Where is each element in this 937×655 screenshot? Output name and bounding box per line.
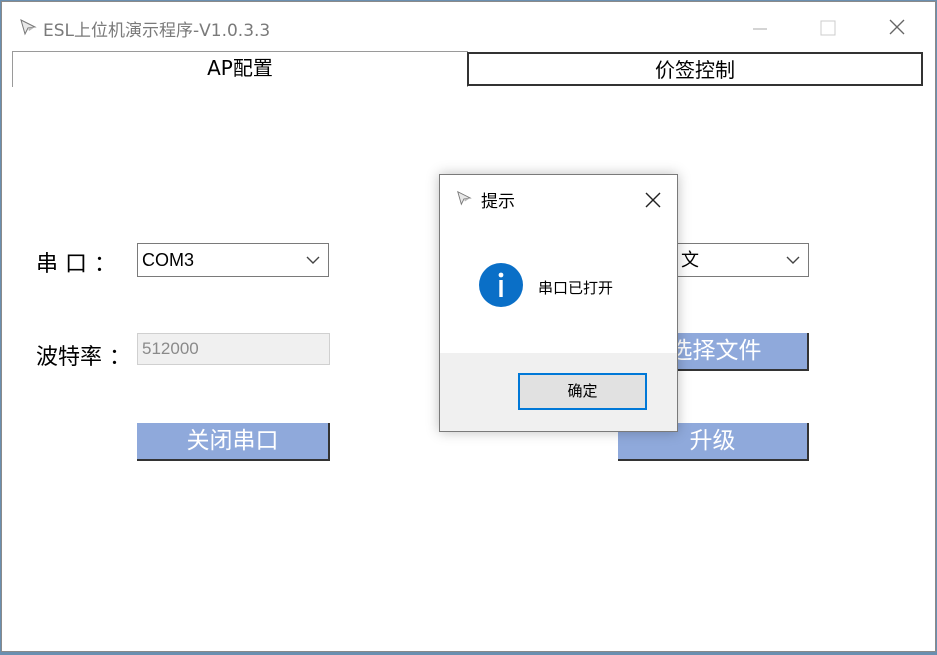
ok-button[interactable]: 确定 xyxy=(518,373,647,410)
info-icon xyxy=(479,263,523,307)
window-title: ESL上位机演示程序-V1.0.3.3 xyxy=(43,21,271,41)
close-icon[interactable] xyxy=(640,187,666,213)
tab-label: AP配置 xyxy=(207,56,273,80)
close-port-button[interactable]: 关闭串口 xyxy=(137,423,330,461)
chevron-down-icon xyxy=(786,256,800,264)
serial-port-value: COM3 xyxy=(142,250,195,270)
message-dialog: 提示 串口已打开 确定 xyxy=(439,174,678,432)
dialog-message: 串口已打开 xyxy=(538,279,614,297)
upgrade-label: 升级 xyxy=(689,428,736,454)
select-file-label: 选择文件 xyxy=(669,338,762,364)
baud-rate-label: 波特率 ： xyxy=(36,345,131,370)
app-icon xyxy=(20,19,37,36)
serial-port-label: 串 口 ： xyxy=(36,252,116,277)
close-icon[interactable] xyxy=(874,12,920,42)
close-port-label: 关闭串口 xyxy=(186,428,279,454)
title-bar[interactable]: ESL上位机演示程序-V1.0.3.3 xyxy=(2,2,935,50)
maximize-icon[interactable] xyxy=(804,12,850,42)
baud-rate-field[interactable]: 512000 xyxy=(137,333,330,365)
serial-port-select[interactable]: COM3 xyxy=(137,243,329,277)
app-icon xyxy=(457,190,472,206)
baud-rate-value: 512000 xyxy=(142,339,199,358)
firmware-file-value: 文 xyxy=(681,250,699,270)
tab-tag-control[interactable]: 价签控制 xyxy=(467,52,923,86)
dialog-title: 提示 xyxy=(481,192,515,212)
minimize-icon[interactable] xyxy=(737,12,783,42)
tab-ap-config[interactable]: AP配置 xyxy=(12,51,468,87)
chevron-down-icon xyxy=(306,256,320,264)
ok-label: 确定 xyxy=(567,382,598,400)
tab-label: 价签控制 xyxy=(655,58,735,82)
